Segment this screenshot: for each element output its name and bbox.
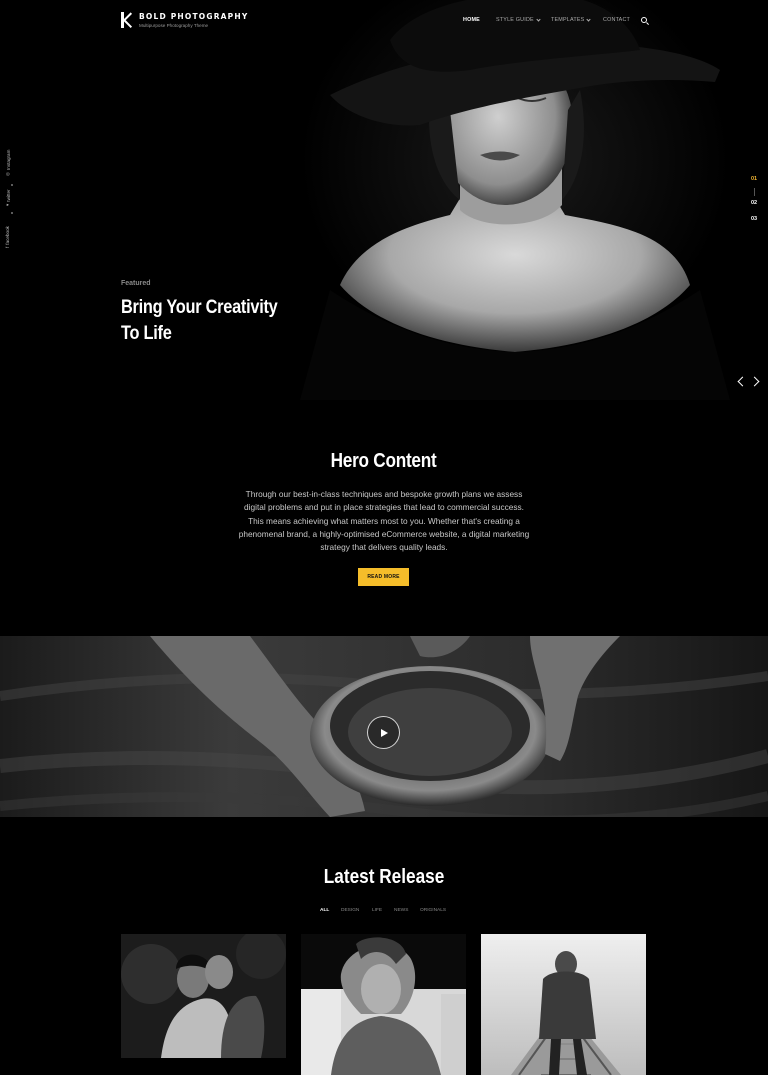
release-card-couple[interactable] — [121, 934, 286, 1058]
chevron-down-icon — [586, 16, 592, 22]
latest-release-title-text: Latest Release — [323, 866, 445, 888]
nav-templates[interactable]: TEMPLATES — [551, 16, 592, 23]
slide-number-2[interactable]: 02 — [751, 200, 757, 206]
filter-design[interactable]: DESIGN — [341, 908, 359, 913]
social-facebook-label: facebook — [5, 226, 10, 245]
logo-title: BOLD PHOTOGRAPHY — [139, 12, 249, 21]
hero-content-text: Through our best-in-class techniques and… — [238, 489, 530, 553]
social-facebook-link[interactable]: f facebook — [5, 226, 10, 248]
nav-templates-label: TEMPLATES — [551, 17, 585, 23]
portfolio-filters: ALL DESIGN LIFE NEWS ORIGINALS — [0, 908, 768, 916]
woman-photo-image — [301, 934, 466, 1075]
search-icon[interactable] — [641, 17, 647, 23]
social-divider-dot — [11, 184, 13, 186]
nav-style-guide-label: STYLE GUIDE — [496, 17, 534, 23]
slide-indicator-line — [754, 188, 755, 196]
hero-content-title: Hero Content — [0, 450, 768, 473]
hero-title-line-2: To Life — [121, 323, 172, 344]
featured-label: Featured — [121, 280, 151, 287]
logo[interactable]: BOLD PHOTOGRAPHY Multipurpose Photograph… — [121, 12, 249, 28]
nav-contact[interactable]: CONTACT — [603, 17, 630, 23]
social-twitter-label: twitter — [5, 189, 11, 202]
instagram-icon: ◎ — [5, 171, 10, 176]
next-arrow-icon[interactable] — [749, 376, 760, 387]
filter-news[interactable]: NEWS — [394, 908, 408, 913]
filter-originals[interactable]: ORIGINALS — [420, 908, 446, 913]
walker-photo-image — [481, 934, 646, 1075]
filter-all[interactable]: ALL — [320, 908, 329, 913]
nav-style-guide[interactable]: STYLE GUIDE — [496, 16, 541, 23]
slide-number-3[interactable]: 03 — [751, 216, 757, 222]
release-card-woman[interactable] — [301, 934, 466, 1075]
social-instagram-label: Instagram — [5, 149, 11, 170]
read-more-button[interactable]: READ MORE — [358, 568, 409, 586]
nav-home[interactable]: HOME — [463, 17, 480, 23]
hero-title-line-1: Bring Your Creativity — [121, 297, 278, 318]
hero-content-title-text: Hero Content — [331, 450, 437, 472]
filter-life[interactable]: LIFE — [372, 908, 382, 913]
hero-title: Bring Your Creativity To Life — [121, 295, 319, 347]
social-divider-dot — [11, 212, 13, 214]
twitter-icon: ▾ — [5, 203, 10, 206]
social-twitter-link[interactable]: ▾ twitter — [5, 189, 11, 206]
chevron-down-icon — [536, 16, 541, 22]
hero-portrait-image — [300, 0, 730, 400]
social-instagram-link[interactable]: ◎ Instagram — [5, 150, 11, 176]
logo-mark-icon — [121, 12, 133, 28]
hero-slider: ◎ Instagram ▾ twitter f facebook Feature… — [0, 0, 768, 410]
latest-release-title: Latest Release — [0, 866, 768, 889]
slide-number-1[interactable]: 01 — [751, 176, 757, 182]
release-card-walker[interactable] — [481, 934, 646, 1075]
facebook-icon: f — [5, 246, 10, 248]
couple-photo-image — [121, 934, 286, 1058]
social-links: ◎ Instagram ▾ twitter f facebook — [5, 150, 19, 250]
play-icon[interactable] — [367, 716, 400, 749]
site-header: BOLD PHOTOGRAPHY Multipurpose Photograph… — [0, 0, 768, 42]
logo-subtitle: Multipurpose Photography Theme — [139, 23, 209, 28]
prev-arrow-icon[interactable] — [737, 376, 748, 387]
